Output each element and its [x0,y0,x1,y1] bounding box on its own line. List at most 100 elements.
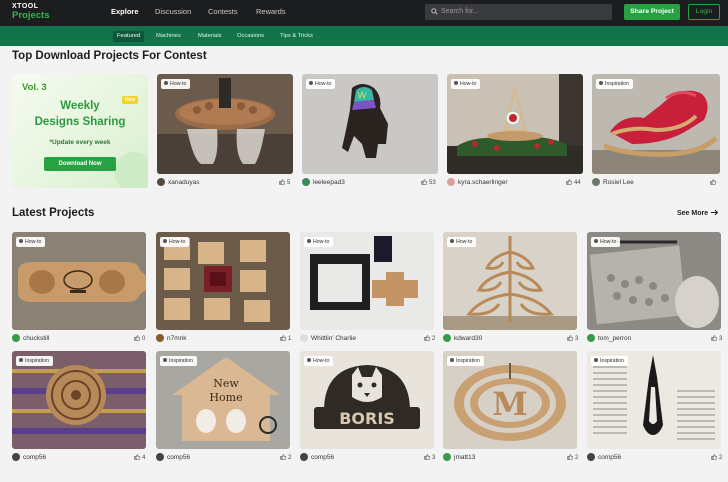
avatar[interactable] [443,334,451,342]
tab-occasions[interactable]: Occasions [233,31,268,42]
project-thumbnail[interactable]: How-to [12,232,146,330]
project-card[interactable]: How-to xanaduyas 5 [157,74,293,188]
avatar[interactable] [587,453,595,461]
author-name[interactable]: tom_perron [598,334,631,344]
like-count[interactable]: 3 [424,453,435,463]
author-name[interactable]: kyra.schaerlinger [458,178,508,188]
login-button[interactable]: Login [688,4,720,20]
like-count[interactable]: 4 [134,453,145,463]
author-name[interactable]: Whittlin' Charlie [311,334,356,344]
project-thumbnail[interactable]: Inspiration [12,351,146,449]
project-card[interactable]: How-to kyra.schaerlinger 44 [447,74,583,188]
project-card[interactable]: Inspiration comp56 2 [587,351,722,463]
weekly-designs-promo-card[interactable]: Vol. 3 Weekly New Designs Sharing *Updat… [12,74,148,188]
project-thumbnail[interactable]: BORIS How-to [300,351,434,449]
project-thumbnail[interactable]: M Inspiration [443,351,577,449]
top-download-section-title: Top Download Projects For Contest [12,50,207,62]
latest-projects-title: Latest Projects [12,207,95,219]
tab-materials[interactable]: Materials [194,31,226,42]
thumbs-up-icon [421,179,428,185]
like-count[interactable]: 3 [567,334,578,344]
author-name[interactable]: comp56 [167,453,190,463]
like-count[interactable]: 0 [134,334,145,344]
project-thumbnail[interactable]: How-to [447,74,583,174]
avatar[interactable] [156,453,164,461]
project-thumbnail[interactable]: Inspiration [592,74,720,174]
author-name[interactable]: comp56 [311,453,334,463]
project-card[interactable]: How-to Whittlin' Charlie 2 [300,232,435,344]
project-card[interactable]: Inspiration comp56 4 [12,351,146,463]
author-name[interactable]: n7mnk [167,334,187,344]
avatar[interactable] [300,334,308,342]
project-type-tag: Inspiration [16,356,53,366]
project-card[interactable]: M Inspiration jmatt13 2 [443,351,578,463]
avatar[interactable] [302,178,310,186]
project-card[interactable]: BORIS How-to comp56 3 [300,351,435,463]
avatar[interactable] [157,178,165,186]
avatar[interactable] [447,178,455,186]
home-sign-text-home: Home [209,391,242,404]
nav-contests[interactable]: Contests [208,0,238,26]
like-count[interactable]: 44 [566,178,581,188]
author-name[interactable]: comp56 [598,453,621,463]
xtool-projects-logo[interactable]: XTOOL Projects [12,3,50,21]
project-card[interactable]: New Home Inspiration comp56 2 [156,351,291,463]
avatar[interactable] [587,334,595,342]
project-thumbnail[interactable]: Inspiration [587,351,721,449]
avatar[interactable] [12,334,20,342]
tab-machines[interactable]: Machines [152,31,185,42]
thumbs-up-icon [566,179,573,185]
like-count[interactable]: 5 [279,178,290,188]
project-card[interactable]: How-to chuckstill 0 [12,232,146,344]
project-thumbnail[interactable]: How-to [300,232,434,330]
like-count[interactable]: 53 [421,178,436,188]
project-thumbnail[interactable]: How-to [156,232,290,330]
thumbs-up-icon [280,454,287,460]
nav-rewards[interactable]: Rewards [256,0,286,26]
author-name[interactable]: leeleepad3 [313,178,345,188]
card-meta: comp56 2 [587,453,722,463]
project-thumbnail[interactable]: How-to [157,74,293,174]
tab-featured[interactable]: Featured [113,31,145,42]
download-now-button[interactable]: Download Now [44,157,116,171]
like-count[interactable] [710,178,718,188]
promo-subtitle: *Update every week [49,139,111,146]
avatar[interactable] [443,453,451,461]
project-thumbnail[interactable]: How-to [587,232,721,330]
project-thumbnail[interactable]: How-to [302,74,438,174]
author-name[interactable]: xanaduyas [168,178,199,188]
thumbs-up-icon [280,335,287,341]
avatar[interactable] [300,453,308,461]
author-name[interactable]: chuckstill [23,334,49,344]
thumbs-up-icon [567,454,574,460]
like-count[interactable]: 2 [567,453,578,463]
like-count[interactable]: 2 [424,334,435,344]
like-count[interactable]: 3 [711,334,722,344]
avatar[interactable] [592,178,600,186]
share-project-button[interactable]: Share Project [624,4,680,20]
like-count[interactable]: 1 [280,334,291,344]
project-card[interactable]: How-to leeleepad3 53 [302,74,438,188]
project-card[interactable]: How-to tom_perron 3 [587,232,722,344]
author-name[interactable]: kdward30 [454,334,482,344]
nav-discussion[interactable]: Discussion [155,0,191,26]
author-name[interactable]: comp56 [23,453,46,463]
project-thumbnail[interactable]: New Home Inspiration [156,351,290,449]
avatar[interactable] [12,453,20,461]
project-type-tag: Inspiration [591,356,628,366]
project-card[interactable]: Inspiration Rosiel Lee [592,74,720,188]
nav-explore[interactable]: Explore [111,0,139,26]
like-count[interactable]: 2 [280,453,291,463]
see-more-link[interactable]: See More [677,209,719,217]
project-card[interactable]: How-to kdward30 3 [443,232,578,344]
search-input[interactable]: Search for... [425,4,612,20]
avatar[interactable] [156,334,164,342]
tab-tips-tricks[interactable]: Tips & Tricks [276,31,317,42]
logo-brand-text: XTOOL [12,3,39,10]
author-name[interactable]: jmatt13 [454,453,475,463]
like-count[interactable]: 2 [711,453,722,463]
author-name[interactable]: Rosiel Lee [603,178,634,188]
project-thumbnail[interactable]: How-to [443,232,577,330]
search-placeholder: Search for... [441,8,479,15]
project-card[interactable]: How-to n7mnk 1 [156,232,291,344]
